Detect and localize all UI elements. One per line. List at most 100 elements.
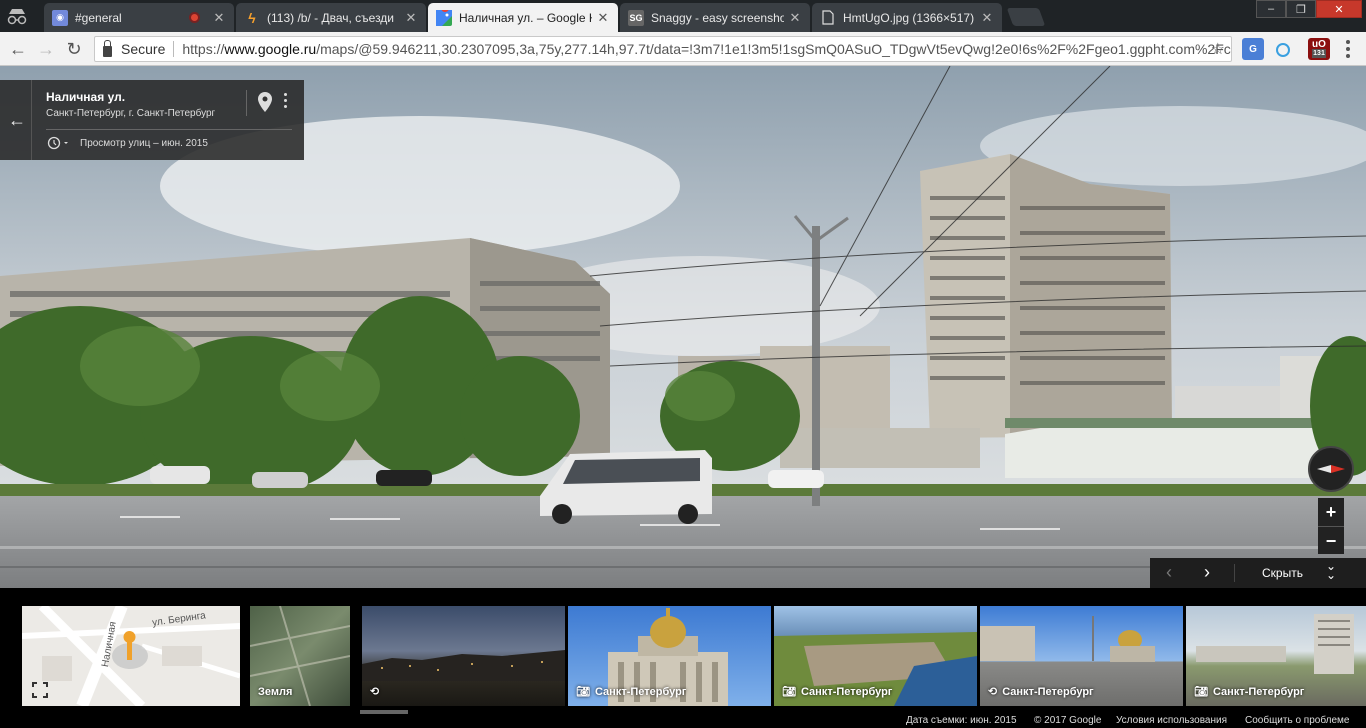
tab-dvach[interactable]: ϟ (113) /b/ - Двач, съезди ✕ xyxy=(236,3,426,32)
tab-strip: ◉ #general ✕ ϟ (113) /b/ - Двач, съезди … xyxy=(0,0,1366,32)
dvach-icon: ϟ xyxy=(248,9,256,26)
filmbar-divider xyxy=(1234,564,1235,582)
thumbnail-caption-text: Санкт-Петербург xyxy=(800,685,893,698)
thumbnail-caption: 📷︎ Санкт-Петербург xyxy=(1194,685,1305,699)
address-bar[interactable]: Secure https://www.google.ru/maps/@59.94… xyxy=(94,36,1232,62)
next-chevron-icon[interactable]: › xyxy=(1204,562,1210,583)
tab-snaggy[interactable]: SG Snaggy - easy screensho ✕ xyxy=(620,3,810,32)
url-path: /maps/@59.946211,30.2307095,3a,75y,277.1… xyxy=(316,41,1231,57)
back-icon[interactable]: ← xyxy=(6,37,30,61)
browser-toolbar: ← → ↻ Secure https://www.google.ru/maps/… xyxy=(0,32,1366,66)
compass-control[interactable] xyxy=(1308,446,1354,492)
close-tab-icon[interactable]: ✕ xyxy=(404,10,418,26)
terms-link[interactable]: Условия использования xyxy=(1116,715,1227,726)
document-icon xyxy=(820,10,836,26)
close-tab-icon[interactable]: ✕ xyxy=(596,10,610,26)
lock-icon xyxy=(103,39,112,57)
location-info-card: ← Наличная ул. Санкт-Петербург, г. Санкт… xyxy=(0,80,304,160)
photo-thumbnail[interactable]: 📷︎ Санкт-Петербург xyxy=(568,606,771,706)
photo-thumbnail[interactable]: 📷︎ Санкт-Петербург xyxy=(1186,606,1366,706)
camera-icon: 📷︎ xyxy=(576,686,590,698)
close-tab-icon[interactable]: ✕ xyxy=(980,10,994,26)
photo-thumbnail[interactable]: 📷︎ Санкт-Петербург xyxy=(774,606,977,706)
url-scheme: https:// xyxy=(182,41,225,57)
report-problem-link[interactable]: Сообщить о проблеме xyxy=(1245,715,1349,726)
tab-discord[interactable]: ◉ #general ✕ xyxy=(44,3,234,32)
hide-button[interactable]: Скрыть xyxy=(1262,566,1303,580)
camera-icon: 📷︎ xyxy=(1194,686,1208,698)
google-maps-icon xyxy=(436,9,452,26)
extension-badge: 131 xyxy=(1312,49,1326,58)
zoom-out-button[interactable]: − xyxy=(1318,527,1344,555)
window-controls: – ❐ ✕ xyxy=(1256,0,1362,18)
bookmark-star-icon[interactable]: ☆ xyxy=(1211,39,1225,59)
tab-title: Snaggy - easy screensho xyxy=(651,10,784,25)
discord-icon: ◉ xyxy=(52,9,68,26)
map-pin-icon[interactable] xyxy=(258,92,272,112)
imagery-strip-controls: ‹ › Скрыть ⌄ ⌄ xyxy=(1150,558,1366,588)
snaggy-icon: SG xyxy=(628,9,644,26)
city-name: Санкт-Петербург, г. Санкт-Петербург xyxy=(46,108,216,119)
ublock-extension-icon[interactable]: uO 131 xyxy=(1308,38,1330,60)
forward-icon[interactable]: → xyxy=(34,37,58,61)
thumbnail-caption: ⟲ xyxy=(370,685,384,698)
mini-map-graphic xyxy=(22,606,240,706)
maximize-icon[interactable]: ❐ xyxy=(1286,0,1316,18)
url-host: www.google.ru xyxy=(224,41,317,57)
tab-image[interactable]: HmtUgO.jpg (1366×517) ✕ xyxy=(812,3,1002,32)
tab-title: HmtUgO.jpg (1366×517) xyxy=(843,10,975,25)
recording-icon xyxy=(189,12,200,23)
tab-title: (113) /b/ - Двач, съезди xyxy=(267,10,395,25)
photosphere-thumbnail[interactable]: ⟲ Санкт-Петербург xyxy=(980,606,1183,706)
tab-google-maps[interactable]: Наличная ул. – Google К ✕ xyxy=(428,3,618,32)
photosphere-icon: ⟲ xyxy=(988,686,998,698)
new-tab-button[interactable] xyxy=(1006,8,1046,26)
close-window-icon[interactable]: ✕ xyxy=(1316,0,1362,18)
prev-chevron-icon[interactable]: ‹ xyxy=(1166,562,1172,583)
close-tab-icon[interactable]: ✕ xyxy=(212,10,226,26)
compass-needle-icon xyxy=(1317,465,1345,473)
incognito-icon xyxy=(7,9,27,25)
browser-menu-icon[interactable] xyxy=(1346,40,1350,58)
ublock-logo-icon: uO xyxy=(1312,39,1326,50)
address-separator xyxy=(173,41,175,57)
camera-icon: 📷︎ xyxy=(782,686,796,698)
imagery-thumbnail-strip: ул. Беринга Наличная Земля ⟲ 📷︎ Санкт-Пет… xyxy=(0,588,1366,715)
thumbnail-caption-text: Санкт-Петербург xyxy=(1002,685,1094,698)
mini-map-thumbnail[interactable]: ул. Беринга Наличная xyxy=(22,606,240,706)
reload-icon[interactable]: ↻ xyxy=(62,37,86,61)
capture-date: Дата съемки: июн. 2015 xyxy=(906,715,1017,726)
back-arrow-icon[interactable]: ← xyxy=(8,110,26,131)
zoom-control: + − xyxy=(1318,498,1344,554)
thumbnail-caption-text: Санкт-Петербург xyxy=(1212,685,1305,698)
map-footer: Дата съемки: июн. 2015 © 2017 Google Усл… xyxy=(0,714,1366,728)
close-tab-icon[interactable]: ✕ xyxy=(788,10,802,26)
tab-title: #general xyxy=(75,10,122,25)
photosphere-thumbnail[interactable]: ⟲ xyxy=(362,606,565,706)
zoom-in-button[interactable]: + xyxy=(1318,498,1344,526)
more-options-icon[interactable] xyxy=(284,93,288,111)
collapse-chevron-icon[interactable]: ⌄ ⌄ xyxy=(1326,560,1336,581)
url-text: https://www.google.ru/maps/@59.946211,30… xyxy=(182,41,1230,57)
tab-title: Наличная ул. – Google К xyxy=(459,10,592,25)
night-city-graphic xyxy=(362,650,565,681)
security-label: Secure xyxy=(121,41,166,57)
earth-thumbnail[interactable]: Земля xyxy=(250,606,350,706)
street-name: Наличная ул. xyxy=(46,90,126,104)
extension-drop-icon[interactable] xyxy=(1272,38,1294,60)
translate-extension-icon[interactable]: G xyxy=(1242,38,1264,60)
thumbnail-caption-text: Санкт-Петербург xyxy=(594,685,687,698)
expand-map-icon[interactable] xyxy=(32,682,48,698)
minimize-icon[interactable]: – xyxy=(1256,0,1286,18)
card-divider xyxy=(31,80,32,160)
copyright: © 2017 Google xyxy=(1034,715,1102,726)
thumbnail-caption: ⟲ Санкт-Петербург xyxy=(988,685,1094,699)
thumbnail-caption: Земля xyxy=(258,686,293,698)
photosphere-icon: ⟲ xyxy=(370,686,380,698)
clock-history-icon xyxy=(47,136,68,150)
history-label: Просмотр улиц – июн. 2015 xyxy=(80,137,208,149)
card-divider xyxy=(46,129,292,130)
thumbnail-caption: 📷︎ Санкт-Петербург xyxy=(576,685,687,699)
history-dropdown[interactable]: Просмотр улиц – июн. 2015 xyxy=(46,136,208,150)
street-view-panorama[interactable]: ← Наличная ул. Санкт-Петербург, г. Санкт… xyxy=(0,66,1366,588)
